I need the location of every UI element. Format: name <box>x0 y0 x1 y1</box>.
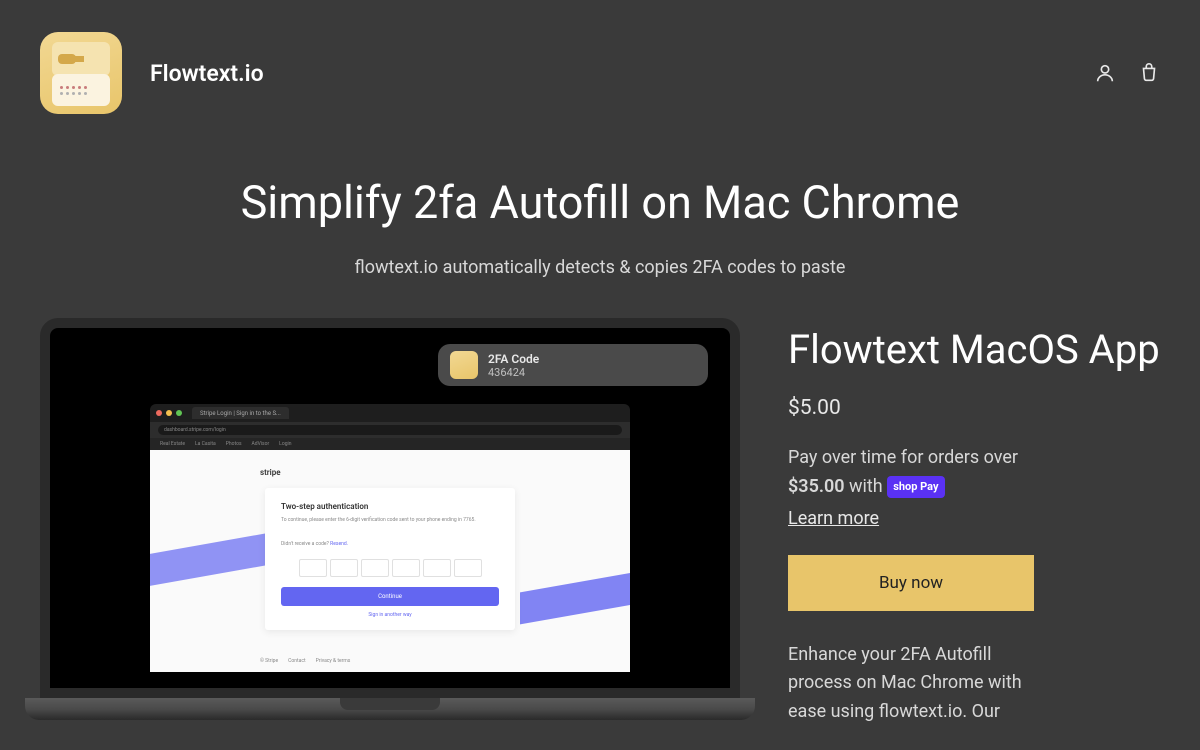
browser-tabs: Stripe Login | Sign in to the S... <box>150 404 630 422</box>
brand-name[interactable]: Flowtext.io <box>150 60 264 87</box>
shop-pay-badge: shop Pay <box>887 476 944 498</box>
notification-code: 436424 <box>488 366 539 379</box>
decorative-stripe <box>150 533 270 590</box>
traffic-lights <box>156 410 182 416</box>
pay-over-prefix: Pay over time for orders over <box>788 447 1018 468</box>
continue-button: Continue <box>281 587 499 606</box>
bookmark: Photos <box>226 441 242 447</box>
product-info: Flowtext MacOS App $5.00 Pay over time f… <box>788 318 1160 727</box>
laptop-base <box>25 698 755 720</box>
auth-resend-link: Resend. <box>330 541 348 547</box>
bookmark: La Casita <box>195 441 216 447</box>
user-icon[interactable] <box>1094 62 1116 84</box>
notification-popup: 2FA Code 436424 <box>438 344 708 386</box>
browser-window: Stripe Login | Sign in to the S... dashb… <box>150 404 630 672</box>
decorative-stripe <box>520 568 630 625</box>
stripe-footer: © Stripe Contact Privacy & terms <box>260 658 350 664</box>
footer-copyright: © Stripe <box>260 658 278 664</box>
header: Flowtext.io <box>0 0 1200 134</box>
logo-icon[interactable] <box>40 32 122 114</box>
browser-content: stripe Two-step authentication To contin… <box>150 450 630 672</box>
auth-title: Two-step authentication <box>281 502 499 511</box>
auth-card: Two-step authentication To continue, ple… <box>265 488 515 630</box>
header-left: Flowtext.io <box>40 32 264 114</box>
main: 2FA Code 436424 Stripe Login | Sign in t… <box>0 278 1200 727</box>
code-input-boxes <box>281 559 499 577</box>
bookmark: Login <box>279 441 291 447</box>
browser-tab: Stripe Login | Sign in to the S... <box>192 407 289 419</box>
signin-alt-link: Sign in another way <box>281 612 499 618</box>
learn-more-link[interactable]: Learn more <box>788 508 1160 529</box>
pay-over-time: Pay over time for orders over $35.00 wit… <box>788 444 1160 502</box>
cart-icon[interactable] <box>1138 62 1160 84</box>
product-title: Flowtext MacOS App <box>788 326 1160 374</box>
pay-over-with: with <box>849 476 883 497</box>
hero: Simplify 2fa Autofill on Mac Chrome flow… <box>0 176 1200 278</box>
footer-privacy: Privacy & terms <box>316 658 351 664</box>
auth-description: To continue, please enter the 6-digit ve… <box>281 517 499 524</box>
notification-title: 2FA Code <box>488 352 539 366</box>
auth-resend-prefix: Didn't receive a code? <box>281 541 330 547</box>
hero-subtitle: flowtext.io automatically detects & copi… <box>0 257 1200 278</box>
hero-title: Simplify 2fa Autofill on Mac Chrome <box>0 176 1200 229</box>
product-price: $5.00 <box>788 396 1160 420</box>
browser-address-bar: dashboard.stripe.com/login <box>150 422 630 438</box>
stripe-logo: stripe <box>260 468 281 477</box>
laptop-mockup: 2FA Code 436424 Stripe Login | Sign in t… <box>40 318 740 720</box>
bookmark: Real Estate <box>160 441 185 447</box>
product-description: Enhance your 2FA Autofill process on Mac… <box>788 641 1038 727</box>
bookmarks-bar: Real Estate La Casita Photos AdVisor Log… <box>150 438 630 450</box>
footer-contact: Contact <box>288 658 305 664</box>
pay-over-amount: $35.00 <box>788 476 845 497</box>
notification-app-icon <box>450 351 478 379</box>
buy-now-button[interactable]: Buy now <box>788 555 1034 611</box>
product-image: 2FA Code 436424 Stripe Login | Sign in t… <box>40 318 740 720</box>
bookmark: AdVisor <box>252 441 270 447</box>
header-right <box>1094 62 1160 84</box>
laptop-screen: 2FA Code 436424 Stripe Login | Sign in t… <box>40 318 740 698</box>
url-box: dashboard.stripe.com/login <box>158 425 622 435</box>
